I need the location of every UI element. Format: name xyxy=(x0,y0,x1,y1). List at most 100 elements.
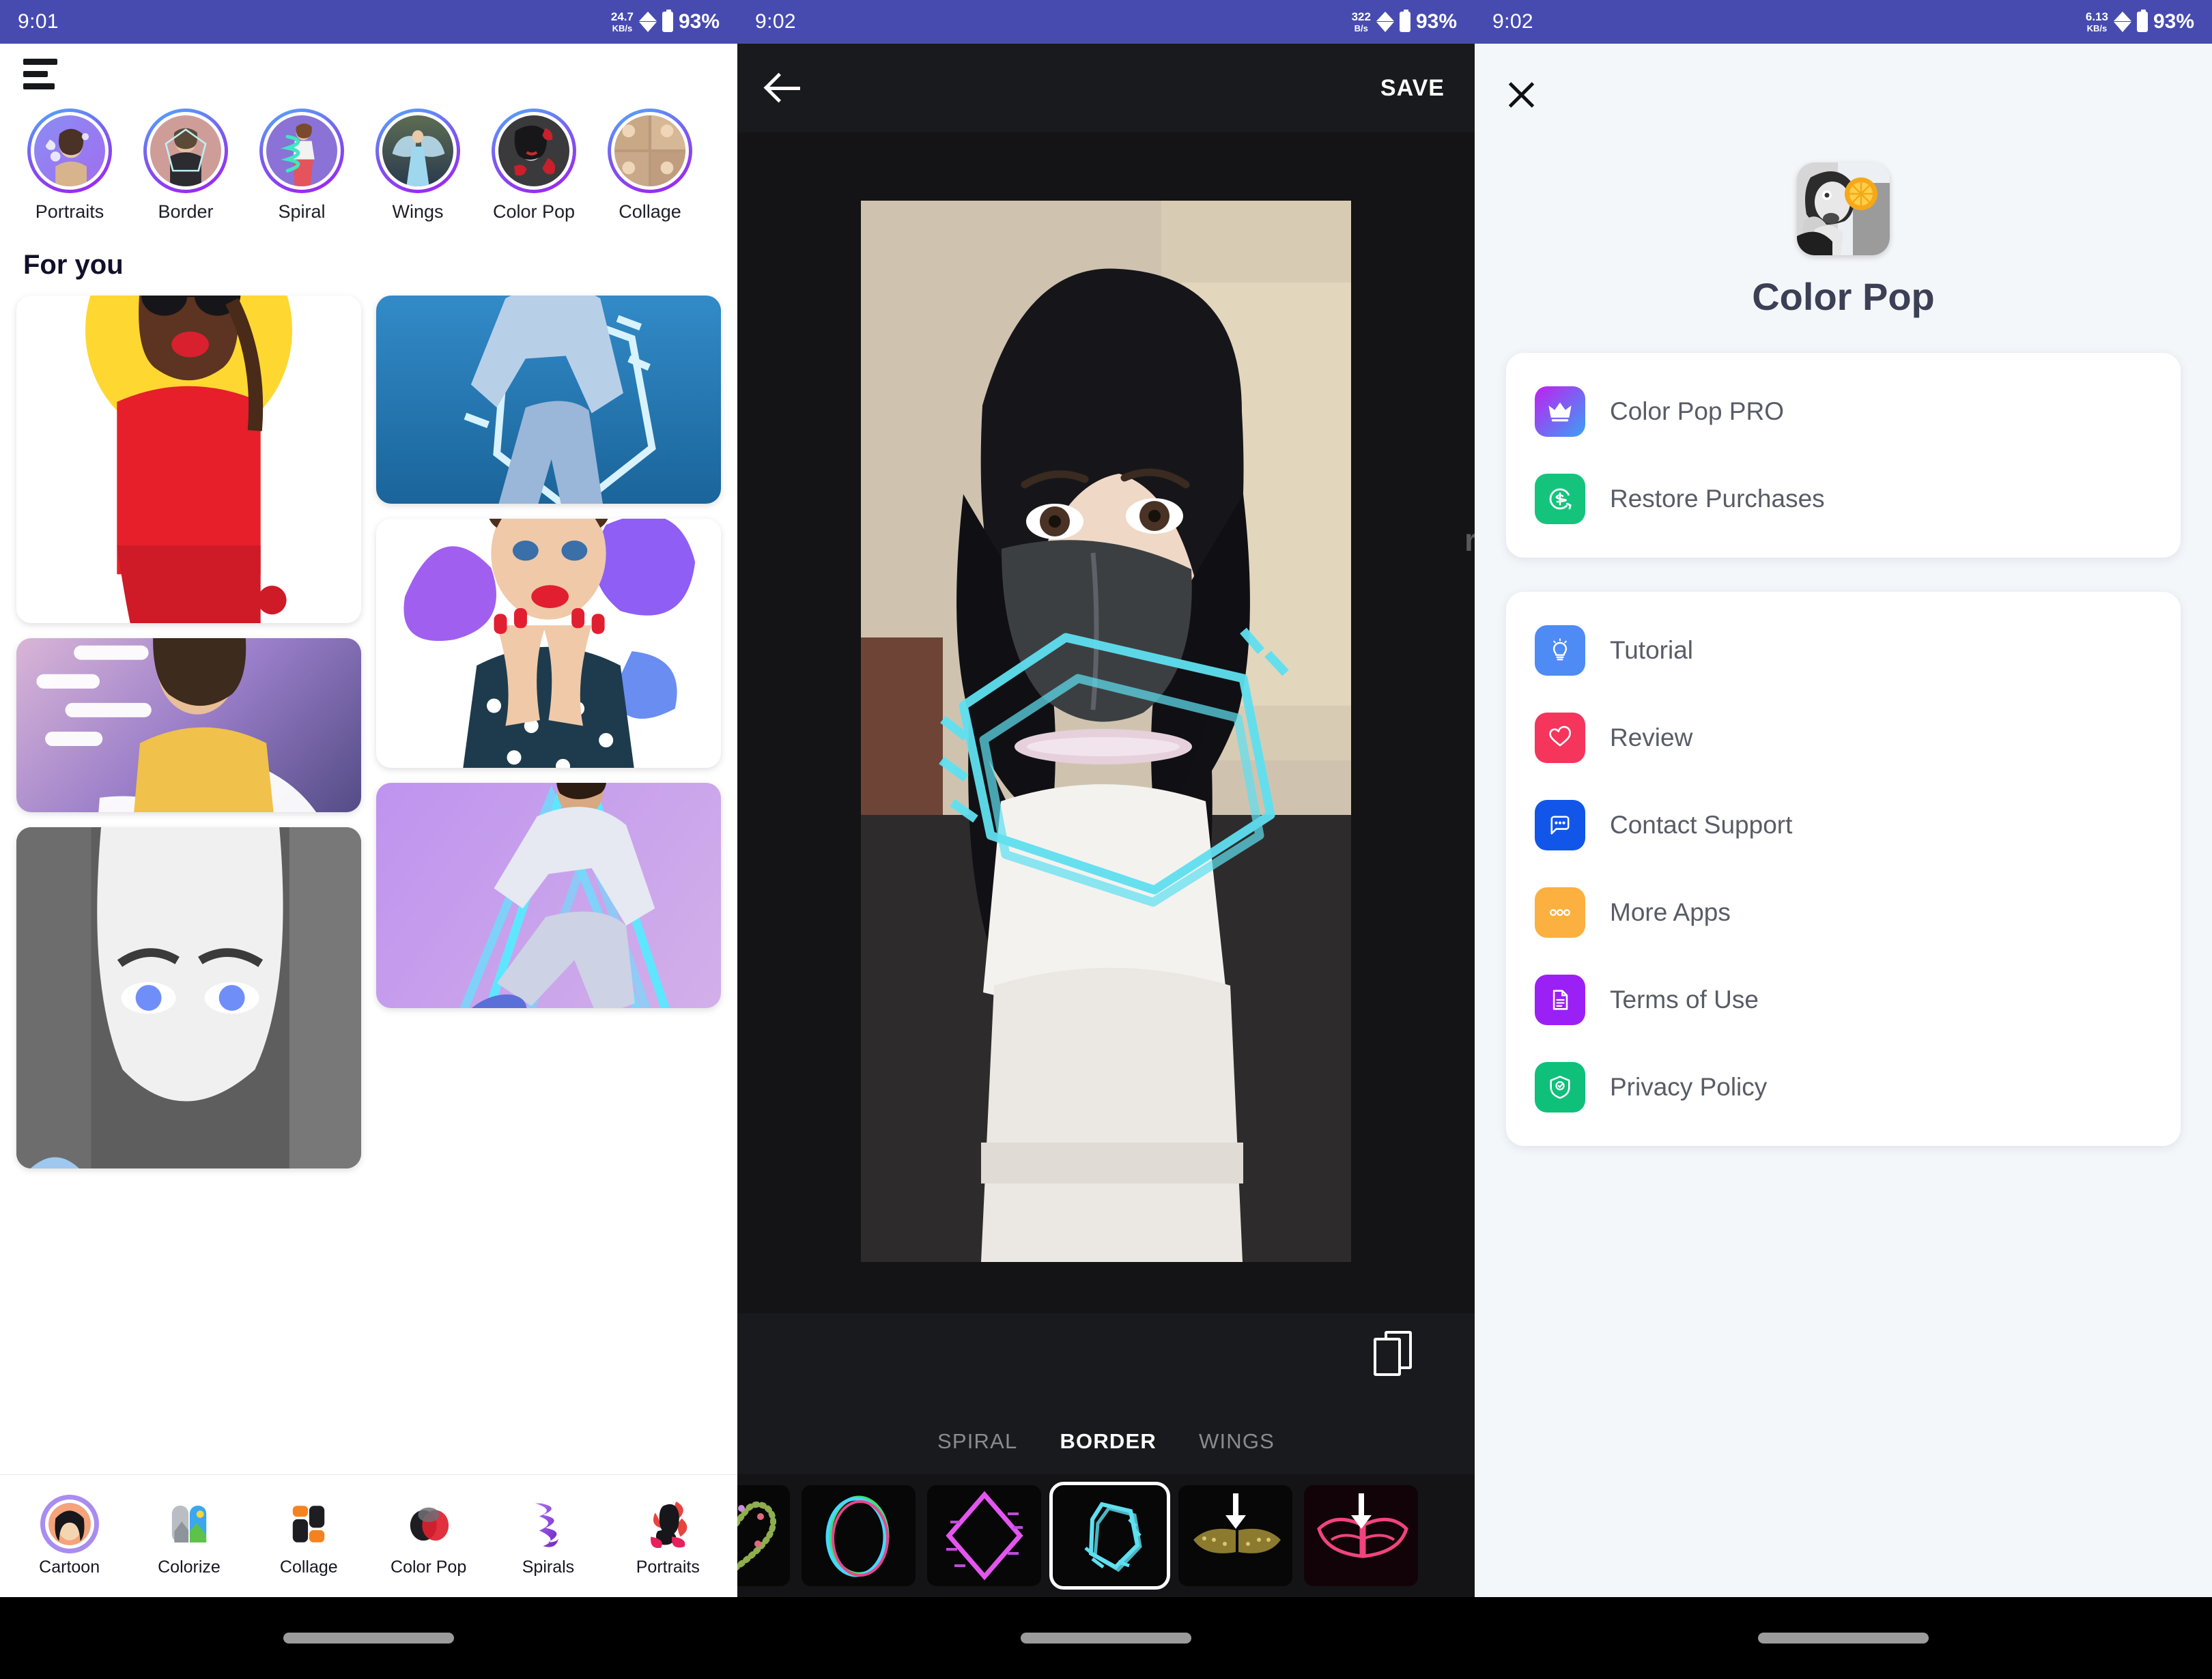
home-toolbar xyxy=(0,44,737,89)
home-gesture-pill[interactable] xyxy=(1758,1633,1929,1644)
hamburger-line xyxy=(23,71,48,77)
cartoon-icon xyxy=(40,1495,99,1553)
category-color-pop[interactable]: Color Pop xyxy=(481,109,587,223)
nav-item-collage[interactable]: Collage xyxy=(254,1495,363,1577)
category-ring xyxy=(259,109,344,193)
menu-item-tutorial[interactable]: Tutorial xyxy=(1506,607,2181,694)
menu-item-restore-purchases[interactable]: Restore Purchases xyxy=(1506,455,2181,543)
menu-item-label: Restore Purchases xyxy=(1610,485,1825,513)
network-speed-indicator: 24.7 KB/s xyxy=(611,11,634,33)
category-ring xyxy=(492,109,576,193)
category-carousel[interactable]: Portraits Border Spiral Wings Color Pop … xyxy=(0,89,737,223)
effect-neon-diamond[interactable] xyxy=(927,1485,1041,1586)
layers-icon[interactable] xyxy=(1374,1331,1412,1376)
menu-item-label: Review xyxy=(1610,723,1693,751)
settings-toolbar xyxy=(1475,44,2212,146)
bottom-navigation-home[interactable]: Cartoon Colorize Collage Color Pop Spira… xyxy=(0,1474,737,1597)
status-bar-editor: 9:02 322 B/s 93% xyxy=(737,0,1475,44)
network-speed-indicator: 6.13 KB/s xyxy=(2086,11,2108,33)
nav-item-portraits[interactable]: Portraits xyxy=(613,1495,722,1577)
effect-category-tabs[interactable]: SPIRAL BORDER WINGS xyxy=(737,1429,1475,1454)
menu-item-label: Color Pop PRO xyxy=(1610,397,1784,425)
status-bar-settings: 9:02 6.13 KB/s 93% xyxy=(1475,0,2212,44)
status-bar-home: 9:01 24.7 KB/s 93% xyxy=(0,0,737,44)
hamburger-menu-icon[interactable] xyxy=(23,59,59,89)
close-icon[interactable] xyxy=(1505,78,1537,111)
editor-toolbar: SAVE xyxy=(737,44,1475,132)
nav-item-cartoon[interactable]: Cartoon xyxy=(15,1495,124,1577)
battery-percent: 93% xyxy=(2153,10,2194,33)
nav-label: Color Pop xyxy=(391,1558,467,1577)
network-unit: KB/s xyxy=(2086,23,2108,33)
grid-item-neon-dance-purple[interactable] xyxy=(376,783,721,1008)
back-arrow-icon[interactable] xyxy=(767,70,803,106)
effect-flower-heart[interactable] xyxy=(737,1485,790,1586)
battery-percent: 93% xyxy=(678,10,720,33)
menu-item-privacy-policy[interactable]: Privacy Policy xyxy=(1506,1044,2181,1131)
grid-item-red-drip[interactable] xyxy=(16,296,361,623)
category-collage[interactable]: Collage xyxy=(597,109,703,223)
wifi-icon xyxy=(638,12,657,32)
tab-wings[interactable]: WINGS xyxy=(1199,1429,1275,1454)
category-spiral[interactable]: Spiral xyxy=(249,109,355,223)
menu-item-color-pop-pro[interactable]: Color Pop PRO xyxy=(1506,368,2181,455)
category-wings[interactable]: Wings xyxy=(365,109,471,223)
editor-canvas[interactable]: rjshe xyxy=(737,132,1475,1313)
network-speed-indicator: 322 B/s xyxy=(1352,11,1371,33)
settings-menu-card: Tutorial Review Contact Support More App… xyxy=(1506,592,2181,1146)
effect-neon-circle[interactable] xyxy=(802,1485,916,1586)
color-pop-app-icon xyxy=(1797,162,1890,255)
system-navigation-bar xyxy=(1475,1597,2212,1679)
nav-label: Cartoon xyxy=(39,1558,100,1577)
grid-item-yellow-splash[interactable] xyxy=(16,638,361,812)
menu-item-label: Contact Support xyxy=(1610,811,1793,839)
colorize-icon xyxy=(160,1495,218,1553)
download-arrow-icon xyxy=(1225,1493,1246,1529)
shield-check-icon xyxy=(1535,1062,1585,1113)
network-rate: 322 xyxy=(1351,10,1371,23)
settings-screen: 9:02 6.13 KB/s 93% Color Pop Color Pop P… xyxy=(1475,0,2212,1679)
category-label: Spiral xyxy=(278,201,326,222)
status-time: 9:01 xyxy=(18,10,59,33)
network-unit: KB/s xyxy=(612,23,633,33)
category-ring xyxy=(608,109,692,193)
home-gesture-pill[interactable] xyxy=(283,1633,454,1644)
effect-gold-wings[interactable] xyxy=(1178,1485,1292,1586)
nav-item-spirals[interactable]: Spirals xyxy=(494,1495,603,1577)
nav-item-color-pop[interactable]: Color Pop xyxy=(374,1495,483,1577)
hamburger-line xyxy=(23,59,57,65)
chat-bubble-icon xyxy=(1535,800,1585,850)
home-gesture-pill[interactable] xyxy=(1021,1633,1191,1644)
edited-photo[interactable] xyxy=(861,201,1351,1262)
grid-item-bw-portrait[interactable] xyxy=(16,827,361,1168)
status-time: 9:02 xyxy=(755,10,796,33)
status-indicators: 24.7 KB/s 93% xyxy=(611,10,720,33)
battery-icon xyxy=(1399,10,1410,32)
menu-item-more-apps[interactable]: More Apps xyxy=(1506,869,2181,956)
nav-item-colorize[interactable]: Colorize xyxy=(134,1495,244,1577)
category-portraits[interactable]: Portraits xyxy=(16,109,123,223)
page-title: Color Pop xyxy=(1752,275,1935,318)
grid-item-purple-blobs[interactable] xyxy=(376,519,721,768)
save-button[interactable]: SAVE xyxy=(1380,75,1445,102)
status-time: 9:02 xyxy=(1492,10,1533,33)
grid-item-neon-jump-blue[interactable] xyxy=(376,296,721,504)
menu-item-contact-support[interactable]: Contact Support xyxy=(1506,781,2181,869)
status-indicators: 322 B/s 93% xyxy=(1352,10,1457,33)
tab-spiral[interactable]: SPIRAL xyxy=(937,1429,1017,1454)
effect-pink-wings[interactable] xyxy=(1304,1485,1418,1586)
menu-item-terms-of-use[interactable]: Terms of Use xyxy=(1506,956,2181,1044)
restore-dollar-icon xyxy=(1535,474,1585,524)
tab-border[interactable]: BORDER xyxy=(1060,1429,1157,1454)
nav-label: Portraits xyxy=(636,1558,700,1577)
effect-neon-pentagon[interactable] xyxy=(1049,1482,1170,1590)
menu-item-review[interactable]: Review xyxy=(1506,694,2181,781)
wifi-icon xyxy=(1376,12,1394,32)
category-border[interactable]: Border xyxy=(132,109,239,223)
category-label: Border xyxy=(158,201,214,222)
effect-thumbnail-strip[interactable] xyxy=(737,1474,1475,1597)
download-arrow-icon xyxy=(1350,1493,1372,1529)
lightbulb-icon xyxy=(1535,625,1585,676)
category-label: Wings xyxy=(392,201,444,222)
battery-icon xyxy=(2136,10,2148,32)
